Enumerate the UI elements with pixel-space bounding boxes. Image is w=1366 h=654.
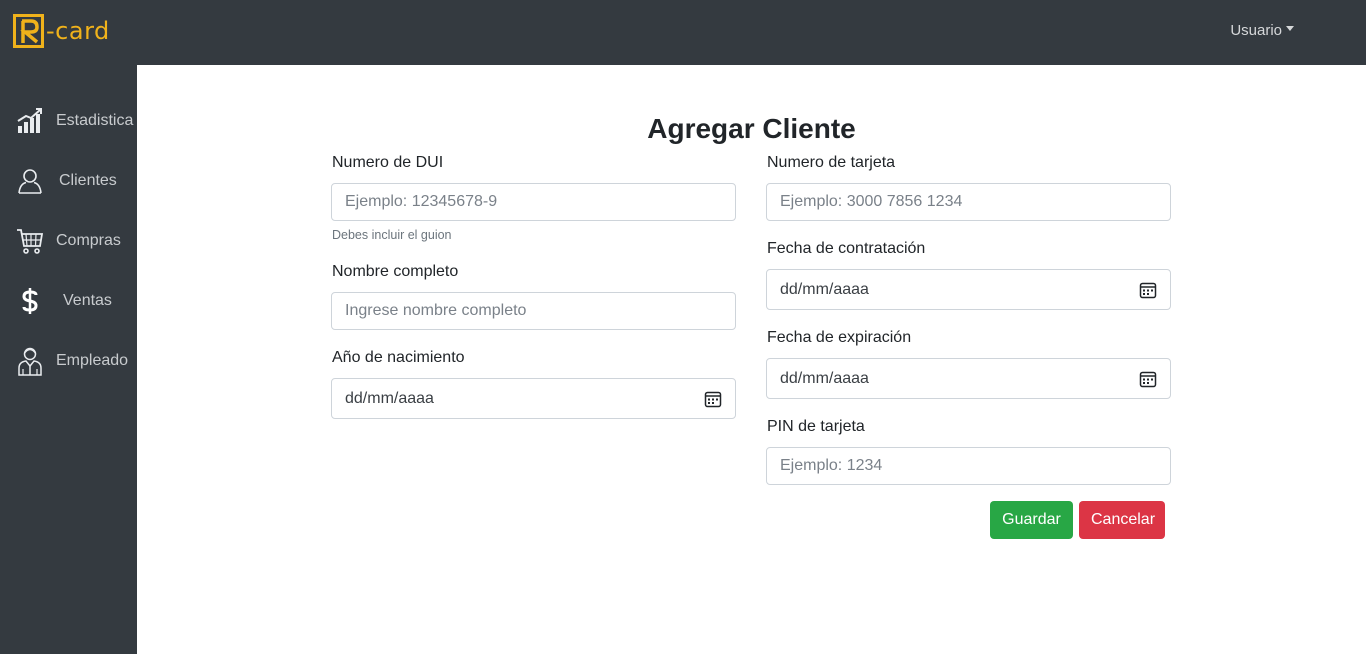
- sidebar-item-clientes[interactable]: Clientes: [0, 161, 137, 201]
- sidebar-item-label: Compras: [56, 232, 121, 249]
- calendar-icon[interactable]: [704, 390, 722, 408]
- sidebar-item-label: Empleado: [56, 352, 129, 369]
- logo-text: -card: [46, 17, 110, 45]
- bar-chart-icon: [16, 107, 44, 135]
- tarjeta-label: Numero de tarjeta: [767, 154, 896, 171]
- brand-logo[interactable]: -card: [13, 14, 110, 48]
- dui-input[interactable]: [331, 183, 736, 221]
- save-button[interactable]: Guardar: [990, 501, 1073, 539]
- contratacion-date-value: dd/mm/aaaa: [780, 280, 869, 298]
- sidebar-item-estadistica[interactable]: Estadistica: [0, 101, 137, 141]
- expiracion-date-value: dd/mm/aaaa: [780, 369, 869, 387]
- cart-icon: [16, 227, 44, 255]
- sidebar-item-empleado[interactable]: Empleado: [0, 341, 137, 381]
- employee-icon: [16, 347, 44, 376]
- pin-label: PIN de tarjeta: [767, 418, 865, 435]
- user-dropdown-label: Usuario: [1230, 22, 1282, 39]
- contratacion-label: Fecha de contratación: [767, 240, 926, 257]
- calendar-icon[interactable]: [1139, 281, 1157, 299]
- user-icon: [16, 167, 44, 195]
- expiracion-date-input[interactable]: dd/mm/aaaa: [766, 358, 1171, 399]
- dui-label: Numero de DUI: [332, 154, 444, 171]
- sidebar-item-label: Ventas: [63, 292, 112, 309]
- user-dropdown[interactable]: Usuario: [1230, 22, 1294, 39]
- logo-r-icon: [13, 14, 44, 48]
- main-content: Agregar Cliente Numero de DUI Debes incl…: [137, 65, 1366, 654]
- dui-help-text: Debes incluir el guion: [332, 228, 452, 242]
- pin-input[interactable]: [766, 447, 1171, 485]
- nacimiento-label: Año de nacimiento: [332, 349, 465, 366]
- chevron-down-icon: [1286, 26, 1294, 31]
- sidebar-item-compras[interactable]: Compras: [0, 221, 137, 261]
- top-navbar: -card Usuario: [0, 0, 1366, 65]
- cancel-button[interactable]: Cancelar: [1079, 501, 1165, 539]
- nombre-label: Nombre completo: [332, 263, 459, 280]
- sidebar-item-ventas[interactable]: Ventas: [0, 281, 137, 321]
- page-title: Agregar Cliente: [647, 113, 856, 144]
- calendar-icon[interactable]: [1139, 370, 1157, 388]
- tarjeta-input[interactable]: [766, 183, 1171, 221]
- dollar-icon: [16, 287, 44, 315]
- contratacion-date-input[interactable]: dd/mm/aaaa: [766, 269, 1171, 310]
- sidebar-item-label: Estadistica: [56, 112, 134, 129]
- sidebar: Estadistica Clientes Compras Ventas Empl…: [0, 65, 137, 654]
- nacimiento-date-input[interactable]: dd/mm/aaaa: [331, 378, 736, 419]
- sidebar-item-label: Clientes: [59, 172, 117, 189]
- expiracion-label: Fecha de expiración: [767, 329, 912, 346]
- nombre-input[interactable]: [331, 292, 736, 330]
- nacimiento-date-value: dd/mm/aaaa: [345, 389, 434, 407]
